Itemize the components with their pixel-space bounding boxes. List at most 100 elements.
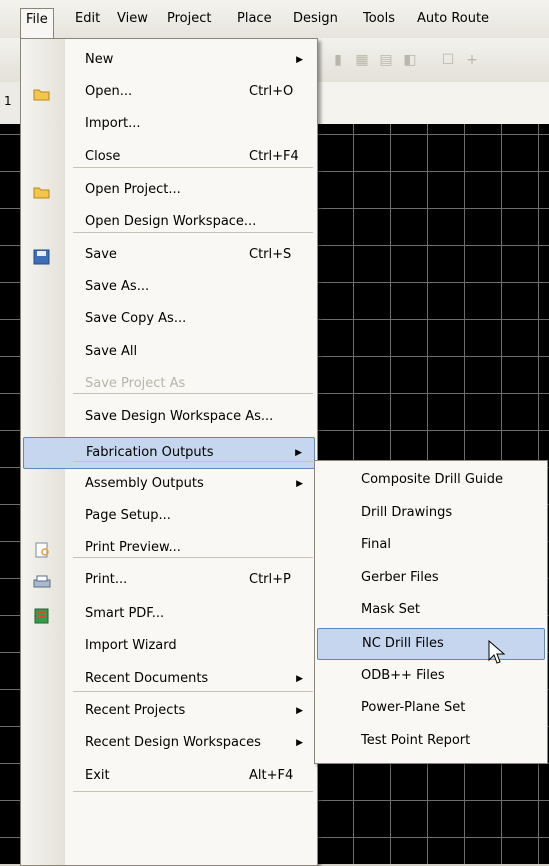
menu-item-shortcut: Ctrl+S xyxy=(249,247,292,262)
open-folder-icon xyxy=(33,84,51,101)
menu-auto-route[interactable]: Auto Route xyxy=(412,8,494,30)
menu-item-label: Exit xyxy=(85,768,110,783)
menu-item-label: Smart PDF... xyxy=(85,606,165,621)
fabrication-item-test-point-report[interactable]: Test Point Report xyxy=(317,726,545,756)
fabrication-outputs-submenu: Composite Drill Guide Drill Drawings Final… xyxy=(314,460,548,764)
menu-item-label: Gerber Files xyxy=(361,569,439,585)
save-disk-icon xyxy=(33,247,51,265)
menu-tools[interactable]: Tools xyxy=(358,8,400,30)
menu-item-label: Drill Drawings xyxy=(361,504,453,520)
menu-item-label: Recent Projects xyxy=(85,703,186,718)
file-menu-item-open-project[interactable]: Open Project... xyxy=(23,175,315,205)
menu-item-shortcut: Ctrl+O xyxy=(249,84,294,99)
menu-view[interactable]: View xyxy=(112,8,153,30)
menu-item-label: Open Project... xyxy=(85,182,181,197)
file-menu-item-save-as[interactable]: Save As... xyxy=(23,272,315,302)
file-menu-item-print-preview[interactable]: Print Preview... xyxy=(23,533,315,563)
file-menu-item-page-setup[interactable]: Page Setup... xyxy=(23,501,315,531)
toolbar-align-icon[interactable]: ▮ xyxy=(330,52,346,68)
menu-separator xyxy=(73,232,313,233)
file-menu-item-recent-projects[interactable]: Recent Projects ▶ xyxy=(23,696,315,726)
menu-item-label: Recent Design Workspaces xyxy=(85,735,261,750)
submenu-arrow-icon: ▶ xyxy=(296,706,303,716)
menu-separator xyxy=(73,557,313,558)
fabrication-item-mask-set[interactable]: Mask Set xyxy=(317,595,545,625)
file-menu-item-recent-design-workspaces[interactable]: Recent Design Workspaces ▶ xyxy=(23,728,315,758)
file-menu-item-assembly-outputs[interactable]: Assembly Outputs ▶ xyxy=(23,469,315,499)
menu-item-shortcut: Alt+F4 xyxy=(249,768,294,783)
file-menu-item-exit[interactable]: Exit Alt+F4 xyxy=(23,761,315,791)
menu-item-label: Save Design Workspace As... xyxy=(85,409,274,424)
file-menu: New ▶ Open... Ctrl+O Import... Close Ctrl+F4 Op… xyxy=(20,38,318,866)
file-menu-item-save-copy-as[interactable]: Save Copy As... xyxy=(23,304,315,334)
printer-icon xyxy=(33,572,51,588)
menu-item-label: Assembly Outputs xyxy=(85,476,204,491)
toolbar-place-icon[interactable]: ◧ xyxy=(402,52,418,68)
submenu-arrow-icon: ▶ xyxy=(296,55,303,65)
menu-item-label: Composite Drill Guide xyxy=(361,472,504,487)
menu-separator xyxy=(73,691,313,692)
toolbar-grid-icon[interactable]: ▦ xyxy=(354,52,370,68)
file-menu-item-recent-documents[interactable]: Recent Documents ▶ xyxy=(23,664,315,694)
menu-item-label: Test Point Report xyxy=(361,732,471,748)
menu-file[interactable]: File xyxy=(20,8,54,40)
menu-item-label: Save xyxy=(85,247,117,262)
toolbar-layer-icon[interactable]: ▤ xyxy=(378,52,394,68)
menu-item-label: Save Copy As... xyxy=(85,311,187,326)
menu-project[interactable]: Project xyxy=(162,8,216,30)
file-menu-item-smart-pdf[interactable]: Smart PDF... xyxy=(23,599,315,629)
menu-item-label: Print Preview... xyxy=(85,540,181,555)
menu-item-label: Save All xyxy=(85,344,138,359)
submenu-arrow-icon: ▶ xyxy=(295,448,302,458)
fabrication-item-odb-files[interactable]: ODB++ Files xyxy=(317,661,545,691)
file-menu-item-save-all[interactable]: Save All xyxy=(23,337,315,367)
menu-item-label: Save As... xyxy=(85,279,150,294)
menu-place[interactable]: Place xyxy=(232,8,277,30)
menu-separator xyxy=(73,167,313,168)
file-menu-item-save[interactable]: Save Ctrl+S xyxy=(23,240,315,270)
menu-design[interactable]: Design xyxy=(288,8,343,30)
file-menu-item-new[interactable]: New ▶ xyxy=(23,45,315,75)
menu-item-label: Import Wizard xyxy=(85,638,177,653)
file-menu-item-open[interactable]: Open... Ctrl+O xyxy=(23,77,315,107)
menu-edit[interactable]: Edit xyxy=(70,8,105,30)
smart-pdf-icon xyxy=(33,606,51,624)
file-menu-item-print[interactable]: Print... Ctrl+P xyxy=(23,565,315,595)
fabrication-item-composite-drill-guide[interactable]: Composite Drill Guide xyxy=(317,465,545,495)
menu-item-shortcut: Ctrl+P xyxy=(249,572,291,587)
fabrication-item-final[interactable]: Final xyxy=(317,530,545,560)
file-menu-item-import[interactable]: Import... xyxy=(23,109,315,139)
toolbar-move-icon[interactable]: + xyxy=(464,52,480,68)
fabrication-item-drill-drawings[interactable]: Drill Drawings xyxy=(317,498,545,528)
menu-item-label: Page Setup... xyxy=(85,508,171,523)
menu-item-label: Save Project As xyxy=(85,376,186,391)
mouse-pointer-icon xyxy=(488,640,506,664)
fabrication-item-power-plane-set[interactable]: Power-Plane Set xyxy=(317,693,545,723)
file-menu-item-import-wizard[interactable]: Import Wizard xyxy=(23,631,315,661)
menu-item-label: Power-Plane Set xyxy=(361,700,466,716)
print-preview-icon xyxy=(33,540,51,558)
menu-item-label: NC Drill Files xyxy=(362,636,444,651)
submenu-arrow-icon: ▶ xyxy=(296,738,303,748)
file-menu-item-fabrication-outputs[interactable]: Fabrication Outputs ▶ xyxy=(23,437,315,469)
menu-item-label: ODB++ Files xyxy=(361,667,445,683)
toolbar-select-icon[interactable]: ☐ xyxy=(440,52,456,68)
menu-bar: File Edit View Project Place Design Tool… xyxy=(0,0,549,40)
submenu-arrow-icon: ▶ xyxy=(296,674,303,684)
menu-item-label: Print... xyxy=(85,572,128,587)
menu-item-label: Mask Set xyxy=(361,602,420,618)
menu-item-label: Import... xyxy=(85,116,141,131)
file-menu-item-save-project-as: Save Project As xyxy=(23,369,315,399)
menu-separator xyxy=(73,461,313,462)
menu-item-label: New xyxy=(85,52,114,67)
file-menu-item-save-design-workspace-as[interactable]: Save Design Workspace As... xyxy=(23,402,315,432)
submenu-arrow-icon: ▶ xyxy=(296,479,303,489)
fabrication-item-gerber-files[interactable]: Gerber Files xyxy=(317,563,545,593)
menu-separator xyxy=(73,791,313,792)
ruler-number: 1 xyxy=(4,94,12,108)
menu-item-label: Open... xyxy=(85,84,133,99)
open-project-icon xyxy=(33,182,51,199)
menu-item-label: Fabrication Outputs xyxy=(86,445,214,460)
fabrication-item-nc-drill-files[interactable]: NC Drill Files xyxy=(317,628,545,660)
menu-separator xyxy=(73,393,313,394)
